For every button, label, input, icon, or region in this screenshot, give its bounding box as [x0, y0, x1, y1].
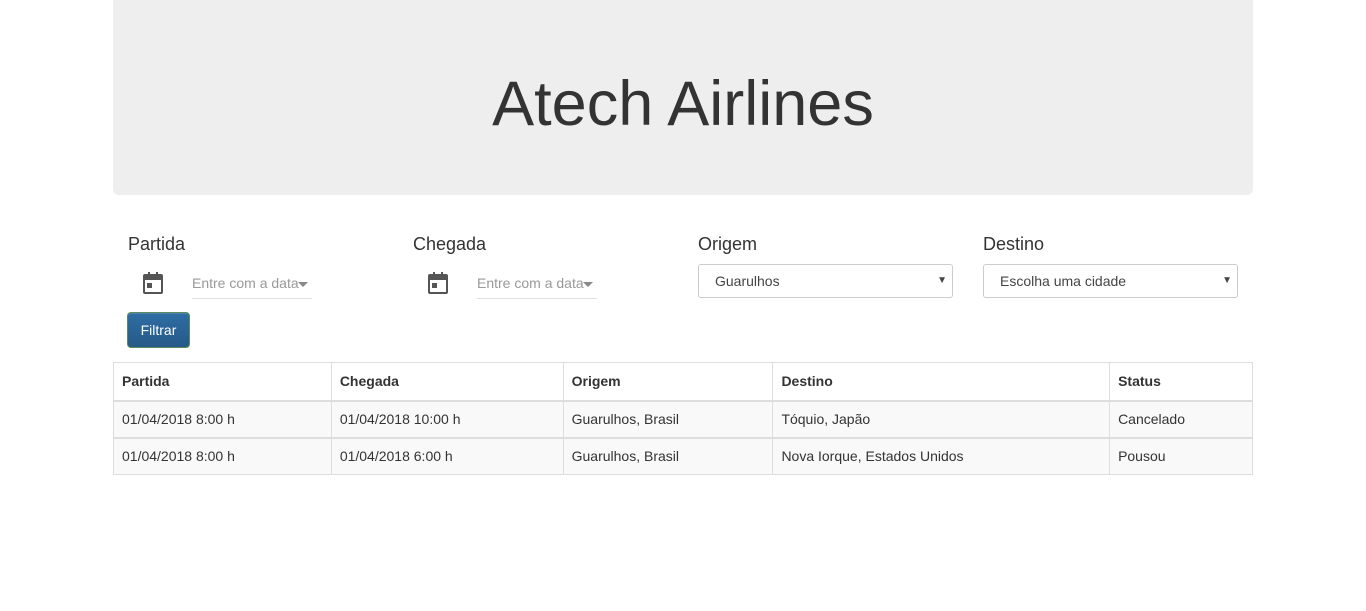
table-row: 01/04/2018 8:00 h 01/04/2018 6:00 h Guar…	[113, 437, 1253, 475]
column-header-partida[interactable]: Partida	[113, 362, 332, 402]
caret-down-icon: ▼	[1222, 275, 1232, 286]
cell-destino: Tóquio, Japão	[772, 400, 1111, 439]
caret-down-icon	[298, 282, 308, 287]
cell-chegada: 01/04/2018 10:00 h	[330, 400, 564, 439]
chegada-date-input[interactable]: Entre com a data	[477, 272, 597, 299]
cell-origem: Guarulhos, Brasil	[562, 400, 774, 439]
header-banner: Atech Airlines	[113, 0, 1253, 195]
cell-status: Pousou	[1109, 437, 1253, 475]
destino-select-value: Escolha uma cidade	[1000, 273, 1127, 289]
origem-select-value: Guarulhos	[715, 273, 780, 289]
filter-origem-label: Origem	[698, 234, 758, 254]
cell-partida: 01/04/2018 8:00 h	[113, 400, 332, 439]
filter-chegada-label: Chegada	[413, 234, 487, 254]
filter-destino: Destino Escolha uma cidade ▼	[983, 232, 1243, 298]
calendar-icon[interactable]	[428, 272, 448, 294]
filter-chegada: Chegada Entre com a data	[413, 232, 673, 299]
destino-select[interactable]: Escolha uma cidade ▼	[983, 264, 1238, 298]
cell-origem: Guarulhos, Brasil	[562, 437, 774, 475]
cell-partida: 01/04/2018 8:00 h	[113, 437, 332, 475]
caret-down-icon: ▼	[937, 275, 947, 286]
origem-select[interactable]: Guarulhos ▼	[698, 264, 953, 298]
column-header-destino[interactable]: Destino	[772, 362, 1111, 402]
chegada-date-placeholder: Entre com a data	[477, 275, 584, 291]
cell-chegada: 01/04/2018 6:00 h	[330, 437, 564, 475]
cell-status: Cancelado	[1109, 400, 1253, 439]
filter-partida: Partida Entre com a data	[128, 232, 388, 299]
column-header-status[interactable]: Status	[1109, 362, 1253, 402]
column-header-origem[interactable]: Origem	[562, 362, 774, 402]
column-header-chegada[interactable]: Chegada	[330, 362, 564, 402]
partida-date-input[interactable]: Entre com a data	[192, 272, 312, 299]
filter-button[interactable]: Filtrar	[127, 312, 190, 348]
filter-destino-label: Destino	[983, 234, 1045, 254]
calendar-icon[interactable]	[143, 272, 163, 294]
cell-destino: Nova Iorque, Estados Unidos	[772, 437, 1111, 475]
caret-down-icon	[583, 282, 593, 287]
flights-table: Partida Chegada Origem Destino Status 01…	[113, 362, 1253, 475]
table-row: 01/04/2018 8:00 h 01/04/2018 10:00 h Gua…	[113, 400, 1253, 439]
partida-date-placeholder: Entre com a data	[192, 275, 299, 291]
filter-partida-label: Partida	[128, 234, 186, 254]
page-title: Atech Airlines	[492, 68, 874, 139]
filter-origem: Origem Guarulhos ▼	[698, 232, 958, 298]
table-header-row: Partida Chegada Origem Destino Status	[113, 362, 1253, 402]
